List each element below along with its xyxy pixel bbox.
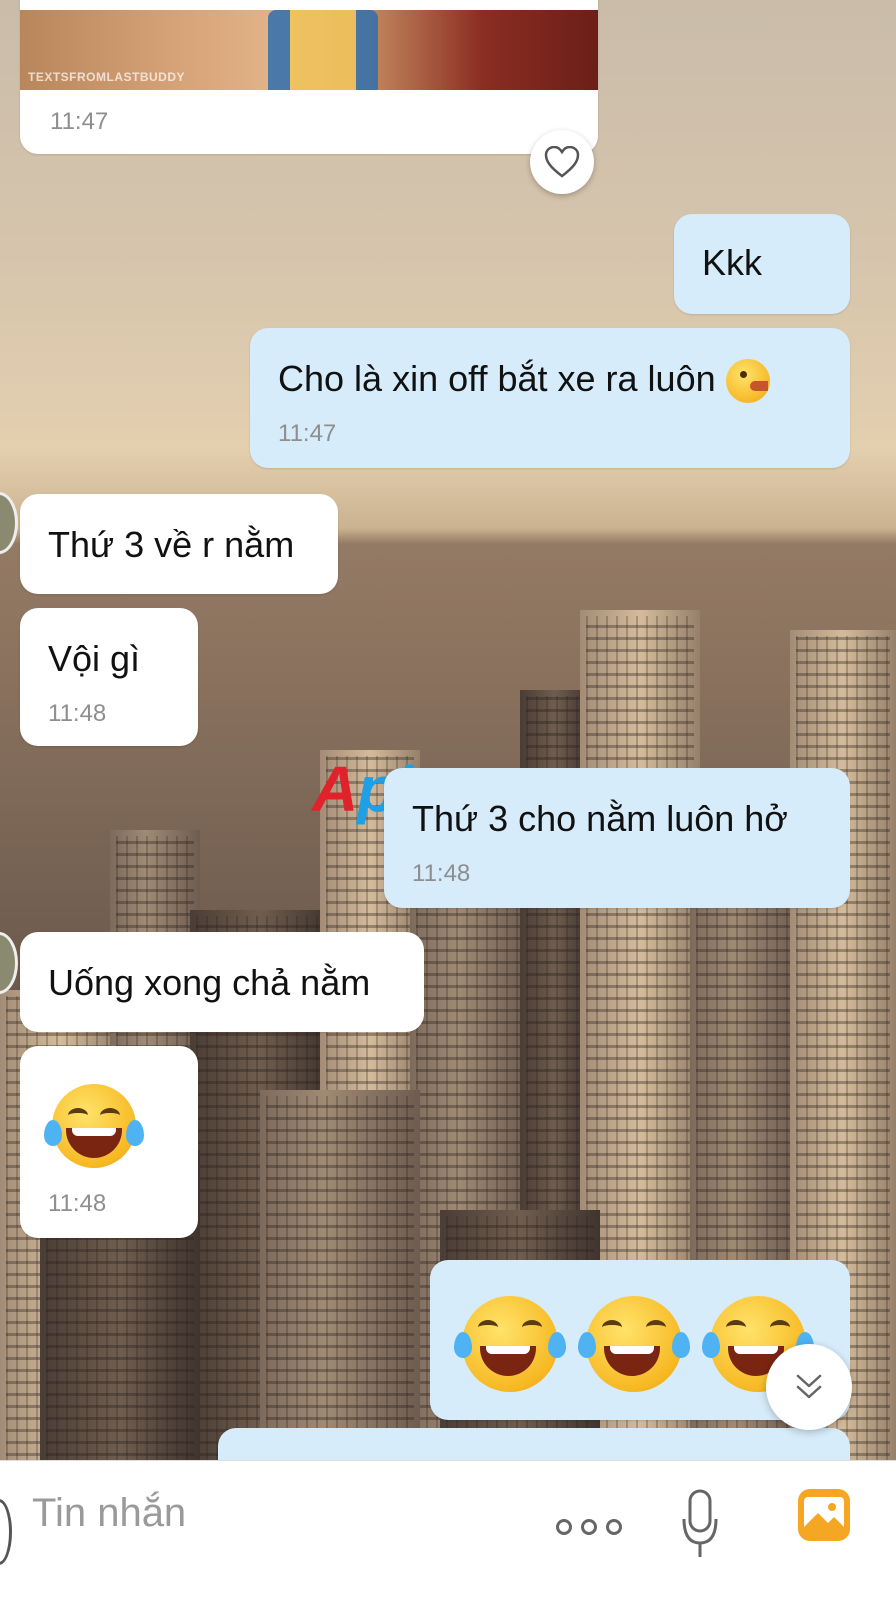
message-time: 11:47 [50, 108, 109, 135]
image-thumbnail[interactable]: TEXTSFROMLASTBUDDY [20, 10, 598, 90]
tears-of-joy-emoji-icon [578, 1296, 690, 1392]
message-text: Uống xong chả nằm [48, 962, 371, 1003]
scroll-to-bottom-button[interactable] [766, 1344, 852, 1430]
image-figure [268, 10, 378, 90]
chevron-double-down-icon [796, 1374, 822, 1399]
pacman-emoji-icon [725, 359, 770, 404]
message-time: 11:48 [48, 700, 107, 727]
message-bubble-incoming[interactable]: Uống xong chả nằm [20, 932, 424, 1032]
more-icon[interactable] [556, 1497, 622, 1557]
tears-of-joy-emoji-icon [44, 1084, 144, 1168]
message-bubble-incoming[interactable]: Thứ 3 về r nằm [20, 494, 338, 594]
message-text: Cho là xin off bắt xe ra luôn [278, 358, 716, 399]
message-bubble-outgoing[interactable]: Thứ 3 cho nằm luôn hở 11:48 [384, 768, 850, 908]
message-text: Kkk [702, 242, 763, 283]
message-time: 11:48 [412, 860, 471, 887]
microphone-icon[interactable] [680, 1487, 720, 1567]
message-time: 11:48 [48, 1190, 107, 1217]
heart-reaction-button[interactable] [530, 130, 594, 194]
message-bubble-incoming[interactable]: Vội gì 11:48 [20, 608, 198, 746]
image-message[interactable]: TEXTSFROMLASTBUDDY 11:47 [20, 0, 598, 154]
message-input[interactable]: Tin nhắn [32, 1491, 186, 1536]
message-bubble-outgoing[interactable]: Cho là xin off bắt xe ra luôn 11:47 [250, 328, 850, 468]
message-text-row: Cho là xin off bắt xe ra luôn [278, 358, 770, 404]
message-bubble-incoming[interactable]: 11:48 [20, 1046, 198, 1238]
heart-icon [544, 146, 580, 178]
message-text: Thứ 3 cho nằm luôn hở [412, 798, 788, 839]
message-text: Thứ 3 về r nằm [48, 524, 295, 565]
message-text: Vội gì [48, 638, 141, 679]
message-time: 11:47 [278, 420, 337, 447]
message-bubble-outgoing[interactable]: Kkk [674, 214, 850, 314]
emoji-toggle-icon[interactable] [0, 1499, 12, 1565]
image-watermark: TEXTSFROMLASTBUDDY [28, 70, 185, 84]
message-input-bar: Tin nhắn [0, 1460, 896, 1601]
tears-of-joy-emoji-icon [454, 1296, 566, 1392]
photo-icon[interactable] [796, 1487, 852, 1543]
